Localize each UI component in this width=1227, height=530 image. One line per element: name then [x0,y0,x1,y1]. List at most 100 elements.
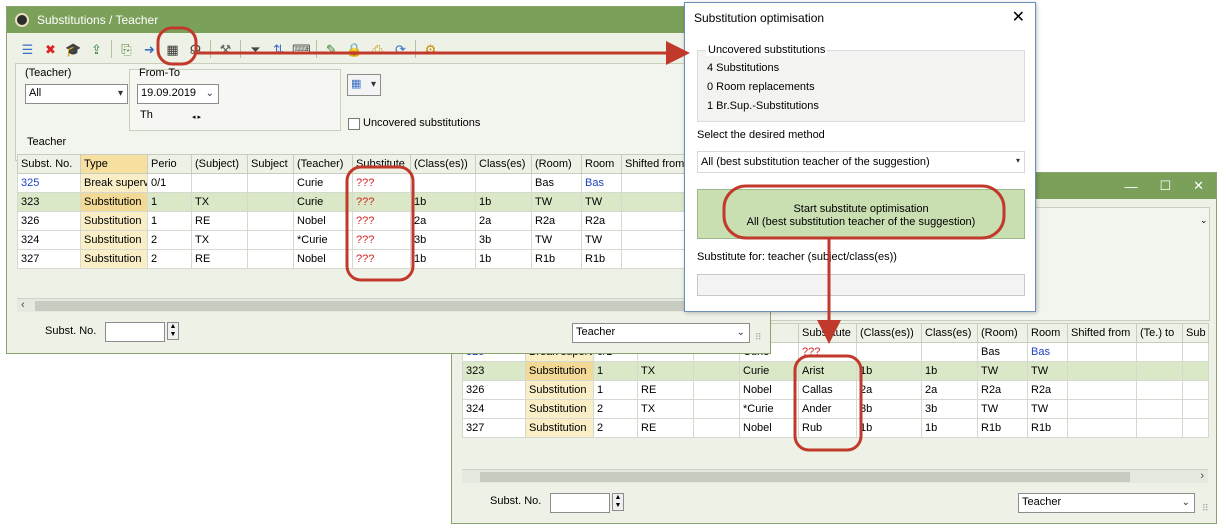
gear-icon[interactable]: ⚙ [422,41,439,58]
headset-icon[interactable]: ☊ [187,41,204,58]
table-cell[interactable]: Nobel [739,418,799,438]
keyboard-icon[interactable]: ⌨ [292,41,311,58]
table-cell[interactable]: R1b [977,418,1028,438]
subst-no-spinner[interactable]: ▲ ▼ [167,322,179,340]
table-cell[interactable]: R2a [1027,380,1068,400]
table-cell[interactable]: RE [637,380,694,400]
table-row[interactable]: 323 Substitution 1 TX Curie??? 1b 1b TW TW [17,192,768,212]
print-icon[interactable]: ⎙ [369,41,386,58]
filter-icon[interactable]: ⏷ [247,41,264,58]
table-cell[interactable] [1136,380,1183,400]
table-cell[interactable]: 2 [147,230,192,250]
table-cell[interactable]: *Curie [293,230,353,250]
table-cell[interactable]: 2a [856,380,922,400]
table-cell[interactable]: ??? [352,173,411,193]
table-cell[interactable]: 327 [17,249,81,269]
table-cell[interactable] [1136,361,1183,381]
table-cell[interactable]: Rub [798,418,857,438]
table-row[interactable]: 326 Substitution 1 RE Nobel??? 2a 2a R2a R2a [17,211,768,231]
table-cell[interactable]: 0/1 [147,173,192,193]
table-cell[interactable]: 2a [475,211,532,231]
table-cell[interactable]: Nobel [293,249,353,269]
table-cell[interactable]: TW [531,230,582,250]
table-cell[interactable] [693,361,740,381]
table-cell[interactable]: RE [637,418,694,438]
table-cell[interactable]: 1 [593,361,638,381]
horizontal-scrollbar[interactable]: › [462,469,1208,483]
method-select[interactable]: All (best substitution teacher of the su… [697,151,1025,173]
table-cell[interactable] [1136,418,1183,438]
table-cell[interactable]: 1b [921,418,978,438]
table-cell[interactable] [247,211,294,231]
table-cell[interactable]: R1b [531,249,582,269]
table-cell[interactable]: R2a [977,380,1028,400]
table-cell[interactable]: TW [977,399,1028,419]
table-cell[interactable]: TW [1027,361,1068,381]
table-row[interactable]: 326 Substitution 1 RE Nobel Callas 2a 2a R2a R2a [462,380,1209,400]
table-cell[interactable]: RE [191,211,248,231]
table-cell[interactable]: Curie [293,173,353,193]
table-cell[interactable]: ??? [798,342,857,362]
table-cell[interactable]: 323 [462,361,526,381]
scrollbar-thumb[interactable] [480,472,1130,482]
column-header[interactable]: Room [1027,323,1068,343]
table-cell[interactable]: 325 [17,173,81,193]
table-cell[interactable]: Nobel [293,211,353,231]
table-cell[interactable]: 1b [475,249,532,269]
table-row[interactable]: 327 Substitution 2 RE Nobel Rub 1b 1b R1b R1b [462,418,1209,438]
table-cell[interactable]: 3b [921,399,978,419]
table-row[interactable]: 325Break superv0/1 Curie??? BasBas [17,173,768,193]
table-cell[interactable]: *Curie [739,399,799,419]
close-icon[interactable]: ✕ [1012,7,1025,27]
table-cell[interactable]: TX [191,230,248,250]
table-cell[interactable] [693,418,740,438]
resize-grip-icon[interactable]: ⠿ [755,332,762,343]
table-cell[interactable] [247,249,294,269]
column-header[interactable]: (Class(es)) [856,323,922,343]
table-cell[interactable]: Bas [581,173,622,193]
column-header[interactable]: (Room) [977,323,1028,343]
table-cell[interactable]: Curie [739,361,799,381]
table-cell[interactable]: Ander [798,399,857,419]
table-cell[interactable] [1067,361,1137,381]
table-cell[interactable] [410,173,476,193]
table-cell[interactable]: 323 [17,192,81,212]
date-picker[interactable]: 19.09.2019 ⌄ [137,84,219,104]
edit-icon[interactable]: ✎ [323,41,340,58]
table-cell[interactable]: Substitution [80,249,148,269]
column-header[interactable]: Sub [1182,323,1209,343]
table-cell[interactable]: 2 [147,249,192,269]
scrollbar-thumb[interactable] [35,301,755,311]
table-cell[interactable]: R1b [1027,418,1068,438]
table-cell[interactable]: Substitution [525,418,594,438]
table-cell[interactable]: 1 [147,192,192,212]
table-cell[interactable]: Substitution [525,399,594,419]
table-cell[interactable]: TW [531,192,582,212]
column-header[interactable]: Type [80,154,148,174]
table-cell[interactable] [1136,399,1183,419]
table-cell[interactable] [247,173,294,193]
table-cell[interactable] [247,192,294,212]
refresh-icon[interactable]: ⟳ [392,41,409,58]
table-cell[interactable] [1182,342,1209,362]
table-cell[interactable]: Break superv [80,173,148,193]
table-cell[interactable]: TW [977,361,1028,381]
chevron-left-icon[interactable]: ‹ [21,299,25,311]
column-header[interactable]: (Class(es)) [410,154,476,174]
export-icon[interactable]: ⇪ [88,41,105,58]
close-icon[interactable]: ✕ [1193,178,1204,194]
table-cell[interactable]: Substitution [80,230,148,250]
table-cell[interactable] [191,173,248,193]
table-cell[interactable]: 1b [475,192,532,212]
table-cell[interactable] [1067,399,1137,419]
table-cell[interactable] [1182,361,1209,381]
delete-icon[interactable]: ✖ [42,41,59,58]
table-cell[interactable] [247,230,294,250]
sort-icon[interactable]: ⇅ [270,41,287,58]
table-cell[interactable]: 2a [410,211,476,231]
table-cell[interactable]: ??? [352,211,411,231]
table-cell[interactable] [1136,342,1183,362]
table-cell[interactable]: Substitution [80,211,148,231]
table-row[interactable]: 323 Substitution 1 TX Curie Arist 1b 1b TW TW [462,361,1209,381]
table-cell[interactable]: RE [191,249,248,269]
